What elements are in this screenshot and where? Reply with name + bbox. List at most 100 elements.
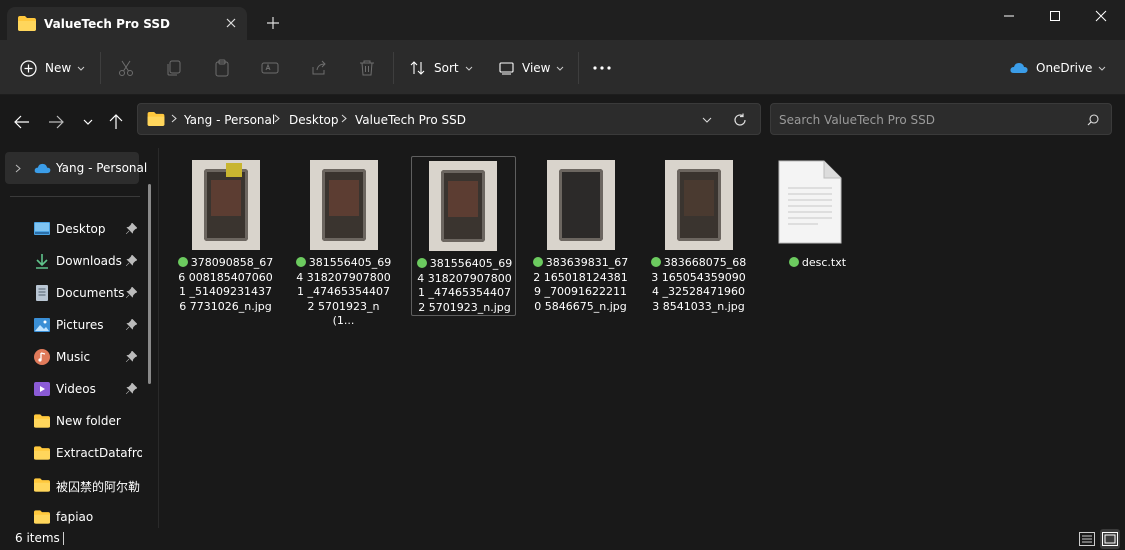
paste-icon — [215, 59, 229, 77]
details-view-button[interactable] — [1077, 529, 1097, 549]
file-item[interactable]: 378090858_676 0081854070601 _51409231437… — [173, 156, 278, 316]
refresh-icon — [734, 113, 746, 126]
file-name-text: desc.txt — [801, 256, 847, 269]
sync-ok-icon — [177, 257, 188, 267]
sidebar-item-new-folder[interactable]: New folder — [0, 406, 150, 436]
download-icon — [36, 254, 48, 269]
sidebar-item-music[interactable]: Music — [0, 342, 150, 372]
file-list: 378090858_676 0081854070601 _51409231437… — [160, 148, 1125, 528]
share-icon — [312, 60, 326, 75]
pictures-icon — [34, 318, 50, 332]
file-name-text: 381556405_694 3182079078001 _47465354407… — [296, 256, 392, 327]
chevron-down-icon — [83, 119, 93, 125]
sync-ok-icon — [416, 258, 427, 268]
breadcrumb-yang-personal[interactable]: Yang - Personal — [184, 113, 275, 127]
sidebar-item-label: 被囚禁的阿尔勒 — [56, 480, 141, 494]
chevron-down-icon — [557, 66, 564, 71]
image-thumbnail — [547, 160, 615, 250]
paste-button[interactable] — [213, 54, 231, 82]
close-window-button[interactable] — [1078, 0, 1124, 32]
sidebar-item-chinese-folder[interactable]: 被囚禁的阿尔勒 — [0, 470, 150, 500]
sidebar-item-pictures[interactable]: Pictures — [0, 310, 150, 340]
sync-ok-icon — [650, 257, 661, 267]
forward-button[interactable] — [44, 110, 68, 134]
breadcrumb-current-folder[interactable]: ValueTech Pro SSD — [355, 113, 466, 127]
cloud-icon — [1010, 63, 1028, 73]
tab-valuetech[interactable]: ValueTech Pro SSD — [7, 7, 247, 40]
sidebar-divider — [10, 196, 140, 197]
search-box[interactable]: Search ValueTech Pro SSD — [770, 103, 1112, 135]
chevron-down-icon[interactable] — [702, 117, 712, 123]
file-name: 381556405_694 3182079078001 _47465354407… — [412, 257, 517, 315]
sidebar-item-label: New folder — [56, 414, 121, 428]
new-tab-button[interactable] — [263, 13, 283, 33]
folder-icon — [147, 112, 165, 126]
file-item[interactable]: 383668075_683 1650543590904 _32528471960… — [646, 156, 751, 316]
documents-icon — [36, 285, 48, 301]
maximize-button[interactable] — [1032, 0, 1078, 32]
cloud-icon — [34, 163, 51, 174]
sync-ok-icon — [532, 257, 543, 267]
chevron-right-icon[interactable] — [15, 164, 21, 173]
folder-icon — [34, 510, 50, 524]
sidebar-item-desktop[interactable]: Desktop — [0, 214, 150, 244]
sidebar-item-fapiao[interactable]: fapiao — [0, 502, 150, 528]
sidebar-item-extractdatafrom[interactable]: ExtractDatafrom — [0, 438, 150, 468]
sidebar-item-label: ExtractDatafrom — [56, 446, 142, 460]
onedrive-account-button[interactable]: OneDrive — [1010, 54, 1106, 82]
file-name: 383639831_672 1650181243819 _70091622211… — [528, 256, 633, 314]
pane-splitter[interactable] — [158, 148, 159, 528]
address-bar[interactable]: Yang - Personal Desktop ValueTech Pro SS… — [137, 103, 761, 135]
file-name-text: 378090858_676 0081854070601 _51409231437… — [178, 256, 274, 313]
file-item[interactable]: desc.txt — [765, 156, 870, 316]
share-button[interactable] — [310, 54, 328, 82]
account-label: OneDrive — [1036, 61, 1093, 75]
sidebar-item-videos[interactable]: Videos — [0, 374, 150, 404]
minimize-icon — [1004, 15, 1014, 17]
arrow-up-icon — [109, 114, 123, 129]
chevron-down-icon — [465, 66, 472, 71]
view-button[interactable]: View — [499, 54, 564, 82]
minimize-button[interactable] — [986, 0, 1032, 32]
more-options-button[interactable] — [593, 54, 611, 82]
arrow-left-icon — [14, 115, 29, 129]
close-tab-button[interactable] — [221, 13, 241, 33]
up-button[interactable] — [104, 110, 128, 134]
sidebar-item-onedrive[interactable]: Yang - Personal — [5, 152, 147, 184]
breadcrumb-desktop[interactable]: Desktop — [289, 113, 339, 127]
plus-circle-icon — [20, 59, 37, 77]
cut-button[interactable] — [117, 54, 135, 82]
rename-button[interactable] — [261, 54, 279, 82]
toolbar-divider — [578, 52, 579, 84]
pin-icon — [126, 223, 137, 234]
recent-locations-button[interactable] — [76, 110, 100, 134]
file-name: 383668075_683 1650543590904 _32528471960… — [646, 256, 751, 314]
refresh-button[interactable] — [728, 108, 752, 132]
sort-button[interactable]: Sort — [410, 54, 473, 82]
file-name: 378090858_676 0081854070601 _51409231437… — [173, 256, 278, 314]
sort-icon — [410, 61, 425, 75]
folder-icon — [18, 16, 36, 31]
large-icons-view-button[interactable] — [1100, 529, 1120, 549]
new-button[interactable]: New — [20, 54, 85, 82]
file-item[interactable]: 381556405_694 3182079078001 _47465354407… — [291, 156, 396, 327]
file-item[interactable]: 383639831_672 1650181243819 _70091622211… — [528, 156, 633, 316]
image-thumbnail — [665, 160, 733, 250]
file-explorer-window: ValueTech Pro SSD New Sort View OneDrive… — [0, 0, 1125, 550]
pin-icon — [126, 351, 137, 362]
command-bar: New Sort View OneDrive — [0, 40, 1125, 95]
close-icon — [1095, 10, 1107, 22]
chevron-right-icon — [341, 114, 347, 123]
navigation-bar: Yang - Personal Desktop ValueTech Pro SS… — [0, 96, 1125, 148]
more-icon — [593, 66, 611, 70]
chevron-right-icon — [274, 114, 280, 123]
large-icons-view-icon — [1102, 532, 1118, 546]
sidebar-item-label: fapiao — [56, 510, 94, 524]
sidebar-item-downloads[interactable]: Downloads — [0, 246, 150, 276]
copy-button[interactable] — [165, 54, 183, 82]
delete-button[interactable] — [358, 54, 376, 82]
desktop-icon — [34, 222, 50, 235]
sidebar-item-documents[interactable]: Documents — [0, 278, 150, 308]
file-item-selected[interactable]: 381556405_694 3182079078001 _47465354407… — [411, 156, 516, 316]
back-button[interactable] — [10, 110, 34, 134]
